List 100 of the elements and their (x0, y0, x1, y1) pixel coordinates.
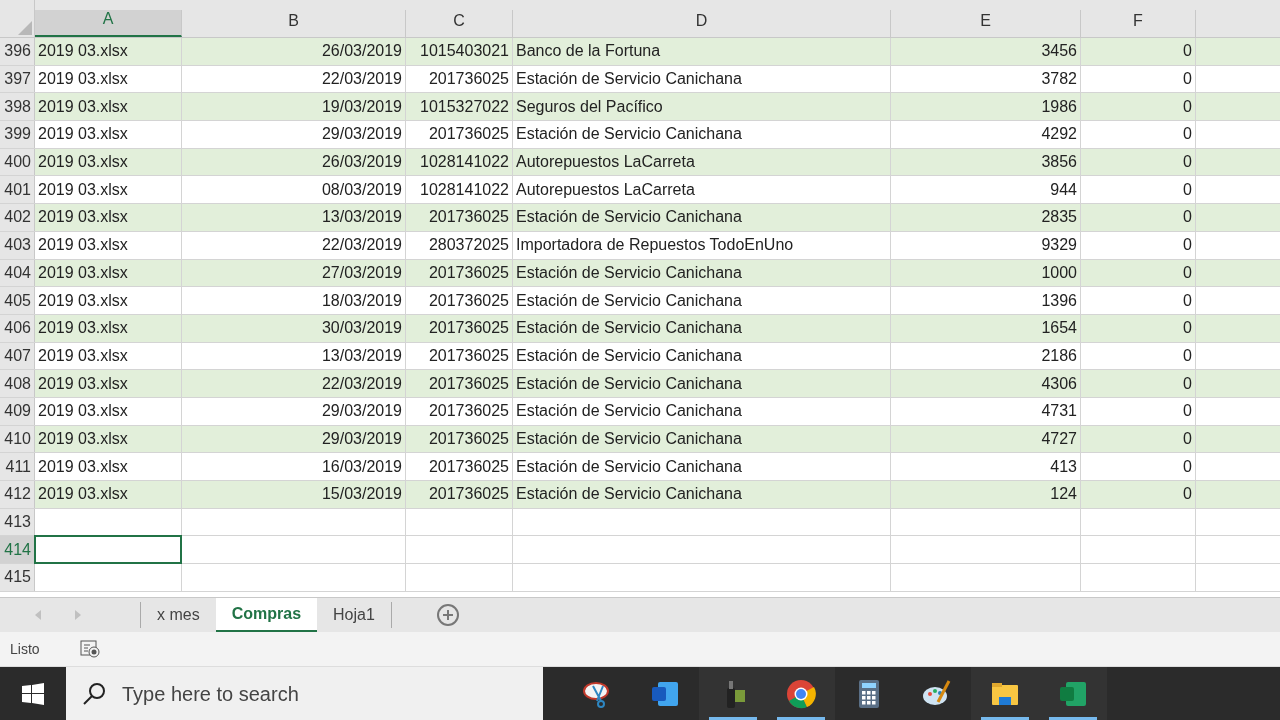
table-cell-text: Estación de Servicio Canichana (515, 69, 743, 90)
search-icon (82, 681, 106, 706)
column-header[interactable]: B (182, 10, 406, 37)
table-cell-text: 2019 03.xlsx (37, 456, 129, 477)
add-sheet-button[interactable] (436, 604, 459, 626)
row-header[interactable]: 412 (0, 481, 35, 508)
table-cell-text: 0 (1182, 290, 1193, 311)
row-header[interactable]: 415 (0, 564, 35, 591)
table-cell-text: 201736025 (427, 262, 510, 283)
table-cell-text: 201736025 (427, 69, 510, 90)
table-cell-text: 280372025 (427, 235, 510, 256)
taskbar-button[interactable] (699, 667, 767, 720)
table-cell-text: Estación de Servicio Canichana (515, 318, 743, 339)
taskbar-button[interactable] (1039, 667, 1107, 720)
table-cell-text: 2019 03.xlsx (37, 401, 129, 422)
table-cell-text: 08/03/2019 (320, 179, 403, 200)
table-cell-text: 3456 (1040, 41, 1078, 62)
table-cell-text: 0 (1182, 69, 1193, 90)
status-text: Listo (10, 639, 40, 659)
table-cell-text: 2186 (1040, 345, 1078, 366)
column-header[interactable]: E (891, 10, 1081, 37)
row-header[interactable]: 400 (0, 148, 35, 176)
table-cell-text: 2019 03.xlsx (37, 428, 129, 449)
table-cell-text: 4727 (1040, 428, 1078, 449)
table-cell-text: Autorepuestos LaCarreta (515, 152, 696, 173)
row-header[interactable]: 414 (0, 536, 35, 564)
table-cell-text: 16/03/2019 (320, 456, 403, 477)
running-indicator (1049, 717, 1097, 720)
table-cell-text: 0 (1182, 262, 1193, 283)
table-cell-text: 2019 03.xlsx (37, 318, 129, 339)
active-cell-cursor[interactable] (34, 535, 182, 565)
search-field[interactable]: Type here to search (66, 667, 543, 720)
table-cell-text: 944 (1049, 179, 1078, 200)
table-cell-text: 2019 03.xlsx (37, 262, 129, 283)
table-cell-text: 413 (1049, 456, 1078, 477)
table-cell-text: 201736025 (427, 401, 510, 422)
row-header[interactable]: 407 (0, 342, 35, 370)
row-header[interactable]: 403 (0, 231, 35, 259)
table-cell-text: 29/03/2019 (320, 428, 403, 449)
column-header[interactable]: F (1081, 10, 1196, 37)
table-cell-text: 201736025 (427, 290, 510, 311)
row-header[interactable]: 402 (0, 204, 35, 231)
table-cell-text: 4731 (1040, 401, 1078, 422)
sheet-tab[interactable]: Hoja1 (317, 598, 391, 632)
table-cell-text: 1028141022 (419, 152, 510, 173)
table-cell-text: 2019 03.xlsx (37, 235, 129, 256)
table-cell-text: 2019 03.xlsx (37, 179, 129, 200)
table-cell-text: Estación de Servicio Canichana (515, 484, 743, 505)
sheet-tab[interactable]: x mes (141, 598, 216, 632)
taskbar-button[interactable] (971, 667, 1039, 720)
row-header[interactable]: 413 (0, 508, 35, 536)
table-cell-text: 0 (1182, 484, 1193, 505)
macro-record-icon[interactable] (79, 640, 100, 658)
table-cell-text: 2019 03.xlsx (37, 207, 129, 228)
table-cell-text: 0 (1182, 373, 1193, 394)
column-header[interactable]: A (35, 10, 182, 37)
row-header[interactable]: 410 (0, 425, 35, 453)
row-header[interactable]: 399 (0, 121, 35, 148)
row-header[interactable]: 396 (0, 38, 35, 65)
row-header[interactable]: 401 (0, 176, 35, 204)
column-header[interactable]: C (406, 10, 513, 37)
table-cell-text: 3856 (1040, 152, 1078, 173)
table-cell-text: 0 (1182, 179, 1193, 200)
search-input[interactable]: Type here to search (122, 678, 543, 709)
row-header[interactable]: 405 (0, 287, 35, 314)
row-header[interactable]: 406 (0, 314, 35, 342)
taskbar-button[interactable] (767, 667, 835, 720)
table-cell-text: 2019 03.xlsx (37, 41, 129, 62)
table-cell-text: 2835 (1040, 207, 1078, 228)
table-cell-text: 26/03/2019 (320, 152, 403, 173)
column-header[interactable]: D (513, 10, 891, 37)
table-cell-text: Importadora de Repuestos TodoEnUno (515, 235, 795, 256)
table-cell-text: 2019 03.xlsx (37, 124, 129, 145)
table-cell-text: 0 (1182, 345, 1193, 366)
row-header[interactable]: 409 (0, 397, 35, 425)
sheet-tab[interactable]: Compras (215, 598, 318, 632)
plus-icon (442, 610, 453, 620)
table-cell-text: 30/03/2019 (320, 318, 403, 339)
table-cell-text: 0 (1182, 207, 1193, 228)
row-header[interactable]: 397 (0, 65, 35, 93)
table-cell-text: Seguros del Pacífico (515, 96, 664, 117)
table-cell-text: 0 (1182, 124, 1193, 145)
table-cell-text: 0 (1182, 428, 1193, 449)
table-cell-text: 0 (1182, 456, 1193, 477)
row-header[interactable]: 404 (0, 259, 35, 287)
table-cell-text: 2019 03.xlsx (37, 290, 129, 311)
table-cell-text: 2019 03.xlsx (37, 484, 129, 505)
table-cell-text: 201736025 (427, 345, 510, 366)
row-header[interactable]: 411 (0, 453, 35, 480)
table-cell-text: 0 (1182, 41, 1193, 62)
table-cell-text: 4292 (1040, 124, 1078, 145)
browser-icon[interactable] (785, 677, 817, 710)
row-header[interactable]: 408 (0, 370, 35, 397)
table-cell-text: 201736025 (427, 124, 510, 145)
table-cell-text: 13/03/2019 (320, 345, 403, 366)
table-cell-text: 18/03/2019 (320, 290, 403, 311)
table-cell-text: 2019 03.xlsx (37, 69, 129, 90)
table-cell-text: Estación de Servicio Canichana (515, 124, 743, 145)
row-header[interactable]: 398 (0, 93, 35, 121)
table-cell-text: Estación de Servicio Canichana (515, 456, 743, 477)
